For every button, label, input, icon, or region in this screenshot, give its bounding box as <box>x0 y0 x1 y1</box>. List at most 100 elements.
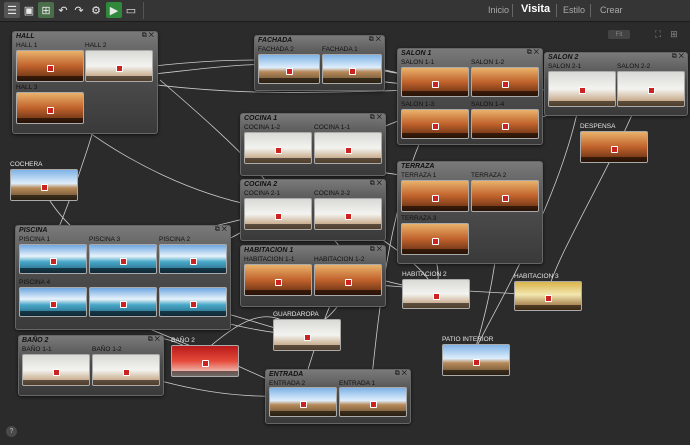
pano-thumbnail[interactable] <box>314 132 382 164</box>
menu-icon[interactable]: ☰ <box>4 2 20 18</box>
pano-label: ENTRADA 1 <box>339 380 376 387</box>
pano-thumbnail[interactable] <box>16 50 84 82</box>
group-terraza[interactable]: TERRAZA TERRAZA 1 TERRAZA 2 TERRAZA 3 <box>397 161 543 264</box>
pano-thumbnail[interactable] <box>471 180 539 212</box>
pano-thumbnail[interactable] <box>19 287 87 317</box>
group-controls[interactable]: ⧉ ✕ <box>370 114 382 122</box>
pano-label: PISCINA 3 <box>89 236 121 243</box>
hotspot-marker <box>50 257 57 265</box>
group-controls[interactable]: ⧉ ✕ <box>370 180 382 188</box>
pano-thumbnail[interactable] <box>401 67 469 97</box>
pano-thumbnail[interactable] <box>617 71 685 107</box>
pano-label: SALON 2-2 <box>617 63 651 70</box>
pano-thumbnail-guardaropa[interactable] <box>273 319 341 351</box>
nav-visita[interactable]: Visita <box>521 3 550 15</box>
pano-thumbnail[interactable] <box>401 180 469 212</box>
group-controls[interactable]: ⧉ ✕ <box>370 246 382 254</box>
group-piscina[interactable]: PISCINA ⧉ ✕ PISCINA 1 PISCINA 3 PISCINA … <box>15 225 231 330</box>
pano-thumbnail[interactable] <box>244 132 312 164</box>
group-hall[interactable]: HALL ⧉ ✕ HALL 1 HALL 2 HALL 3 <box>12 31 158 134</box>
group-controls[interactable]: ⧉ ✕ <box>215 226 227 234</box>
nav-crear[interactable]: Crear <box>600 5 623 15</box>
hotspot-marker <box>473 358 480 366</box>
pano-thumbnail[interactable] <box>159 244 227 274</box>
pano-thumbnail[interactable] <box>244 264 312 296</box>
pano-thumbnail[interactable] <box>314 198 382 230</box>
pano-label: COCHERA <box>10 161 43 168</box>
pano-thumbnail-despensa[interactable] <box>580 131 648 163</box>
window-icon[interactable]: ▭ <box>123 2 139 18</box>
grid-icon[interactable]: ⊞ <box>669 29 679 39</box>
undo-icon[interactable]: ↶ <box>55 2 71 18</box>
pano-thumbnail[interactable] <box>16 92 84 124</box>
pano-thumbnail[interactable] <box>19 244 87 274</box>
pano-thumbnail[interactable] <box>471 67 539 97</box>
group-salon-2[interactable]: SALON 2 ⧉ ✕ SALON 2-1 SALON 2-2 <box>544 52 688 116</box>
hotspot-marker <box>611 145 618 153</box>
pano-thumbnail-habitacion-2[interactable] <box>402 279 470 309</box>
group-cocina-1[interactable]: COCINA 1 ⧉ ✕ COCINA 1-2 COCINA 1-1 <box>240 113 386 176</box>
pano-thumbnail[interactable] <box>85 50 153 82</box>
nav-divider <box>556 4 557 17</box>
settings-icon[interactable]: ⚙ <box>88 2 104 18</box>
pano-label: SALON 1-4 <box>471 101 505 108</box>
pano-thumbnail[interactable] <box>89 244 157 274</box>
pano-thumbnail[interactable] <box>89 287 157 317</box>
pano-thumbnail[interactable] <box>548 71 616 107</box>
hotspot-marker <box>120 257 127 265</box>
help-icon[interactable]: ? <box>6 426 17 437</box>
hotspot-marker <box>370 400 377 408</box>
zoom-fit-button[interactable]: Fit <box>608 30 630 39</box>
pano-thumbnail[interactable] <box>244 198 312 230</box>
hotspot-marker <box>432 237 439 245</box>
group-fachada[interactable]: FACHADA ⧉ ✕ FACHADA 2 FACHADA 1 <box>254 35 385 91</box>
pano-label: HABITACION 1-1 <box>244 256 295 263</box>
pano-label: SALON 1-1 <box>401 59 435 66</box>
group-title: HABITACION 1 <box>244 247 294 254</box>
pano-thumbnail-cochera[interactable] <box>10 169 78 201</box>
pano-label: HABITACION 1-2 <box>314 256 365 263</box>
group-controls[interactable]: ⧉ ✕ <box>369 36 381 44</box>
fullscreen-icon[interactable]: ⛶ <box>653 29 663 39</box>
pano-thumbnail[interactable] <box>401 109 469 139</box>
hotspot-marker <box>120 300 127 308</box>
pano-thumbnail-patio-interior[interactable] <box>442 344 510 376</box>
hotspot-marker <box>432 194 439 202</box>
group-cocina-2[interactable]: COCINA 2 ⧉ ✕ COCINA 2-1 COCINA 2-2 <box>240 179 386 241</box>
pano-thumbnail[interactable] <box>401 223 469 255</box>
group-controls[interactable]: ⧉ ✕ <box>395 370 407 378</box>
pano-label: PATIO INTERIOR <box>442 336 494 343</box>
pano-thumbnail[interactable] <box>258 54 320 84</box>
pano-label: SALON 2-1 <box>548 63 582 70</box>
group-entrada[interactable]: ENTRADA ⧉ ✕ ENTRADA 2 ENTRADA 1 <box>265 369 411 424</box>
pano-thumbnail[interactable] <box>22 354 90 386</box>
group-controls[interactable]: ⧉ ✕ <box>142 32 154 40</box>
pano-thumbnail-habitacion-3[interactable] <box>514 281 582 311</box>
group-controls[interactable]: ⧉ ✕ <box>148 336 160 344</box>
pano-thumbnail[interactable] <box>314 264 382 296</box>
pano-thumbnail-bano-2[interactable] <box>171 345 239 377</box>
group-title: BAÑO 2 <box>22 337 49 344</box>
pano-thumbnail[interactable] <box>159 287 227 317</box>
group-bano[interactable]: BAÑO 2 ⧉ ✕ BAÑO 1-1 BAÑO 1-2 <box>18 335 164 396</box>
redo-icon[interactable]: ↷ <box>71 2 87 18</box>
play-icon[interactable]: ▶ <box>106 2 122 18</box>
export-icon[interactable]: ⊞ <box>38 2 54 18</box>
hotspot-marker <box>50 300 57 308</box>
group-salon-1[interactable]: SALON 1 ⧉ ✕ SALON 1-1 SALON 1-2 SALON 1-… <box>397 48 543 145</box>
nav-divider <box>512 4 513 17</box>
pano-thumbnail[interactable] <box>339 387 407 417</box>
pano-thumbnail[interactable] <box>269 387 337 417</box>
nav-estilo[interactable]: Estilo <box>563 5 585 15</box>
save-icon[interactable]: ▣ <box>21 2 37 18</box>
group-controls[interactable]: ⧉ ✕ <box>527 49 539 57</box>
pano-label: GUARDAROPA <box>273 311 319 318</box>
nav-inicio[interactable]: Inicio <box>488 5 509 15</box>
pano-thumbnail[interactable] <box>92 354 160 386</box>
pano-thumbnail[interactable] <box>322 54 382 84</box>
pano-thumbnail[interactable] <box>471 109 539 139</box>
group-title: SALON 1 <box>401 50 432 57</box>
hotspot-marker <box>202 359 209 367</box>
group-habitacion-1[interactable]: HABITACION 1 ⧉ ✕ HABITACION 1-1 HABITACI… <box>240 245 386 307</box>
group-controls[interactable]: ⧉ ✕ <box>672 53 684 61</box>
